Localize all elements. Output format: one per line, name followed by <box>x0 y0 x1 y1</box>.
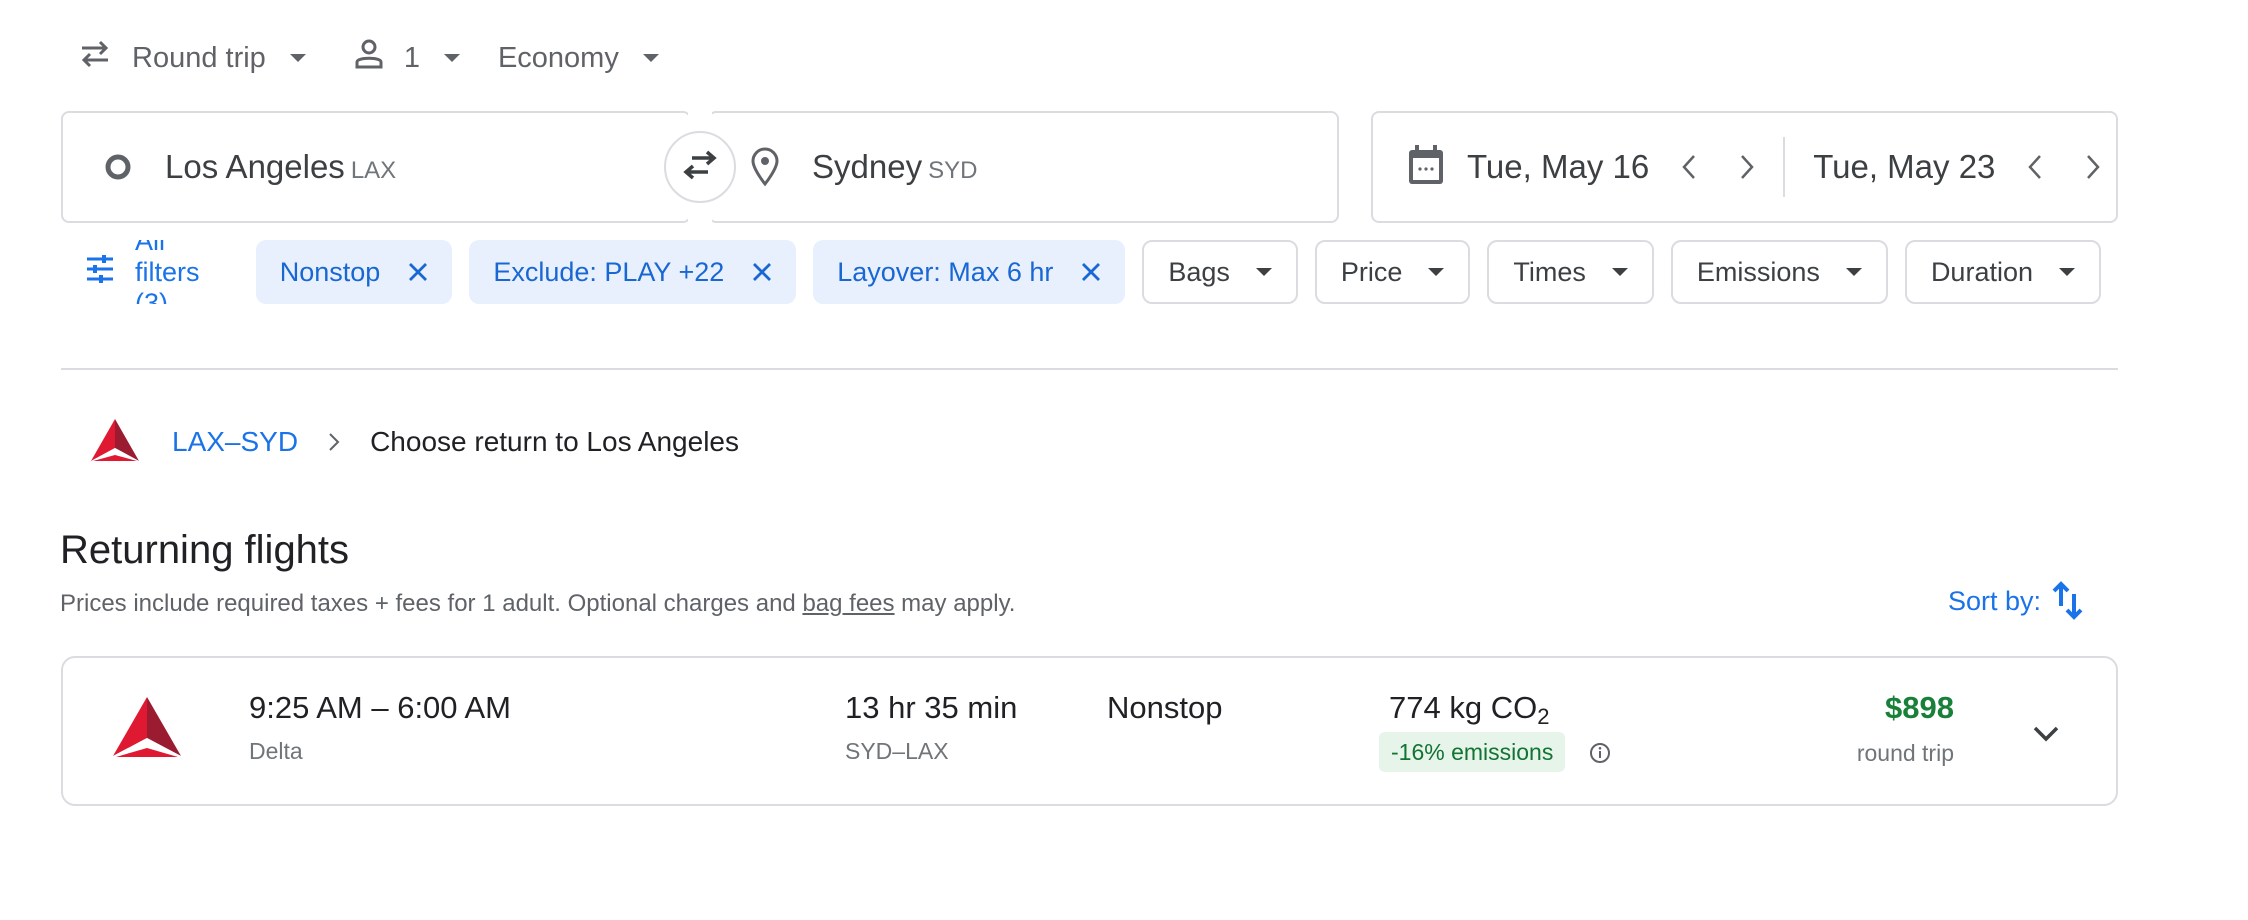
passengers-count: 1 <box>403 41 420 74</box>
caret-down-icon <box>1611 268 1628 276</box>
filters-bar: All filters (3) Nonstop Exclude: PLAY +2… <box>61 240 2118 304</box>
origin-value: Los Angeles LAX <box>165 148 396 186</box>
destination-city: Sydney <box>812 148 923 185</box>
flight-stops: Nonstop <box>1107 690 1223 725</box>
flight-route: SYD–LAX <box>845 738 949 764</box>
breadcrumb: LAX–SYD Choose return to Los Angeles <box>90 418 739 467</box>
expand-chevron-icon[interactable] <box>2026 714 2066 754</box>
trip-type-select[interactable]: Round trip <box>78 39 306 77</box>
filter-dropdown-times[interactable]: Times <box>1487 240 1654 304</box>
price-note: round trip <box>1856 740 1954 766</box>
filter-chip-layover[interactable]: Layover: Max 6 hr <box>813 240 1126 304</box>
departure-date-field[interactable]: Tue, May 16 <box>1373 113 1649 221</box>
location-pin-icon <box>748 147 782 187</box>
return-date: Tue, May 23 <box>1813 148 1996 185</box>
close-icon[interactable] <box>408 262 428 282</box>
departure-date: Tue, May 16 <box>1467 148 1650 185</box>
origin-city: Los Angeles <box>165 148 345 185</box>
chip-label: Bags <box>1168 256 1230 287</box>
destination-value: Sydney SYD <box>812 148 977 186</box>
section-title: Returning flights <box>60 528 350 572</box>
all-filters-label: All filters (3) <box>135 240 200 304</box>
chip-label: Exclude: PLAY +22 <box>493 256 725 287</box>
caret-down-icon <box>1255 268 1272 276</box>
disclaimer-text: Prices include required taxes + fees for… <box>60 590 803 617</box>
calendar-icon <box>1407 144 1445 191</box>
origin-input[interactable]: Los Angeles LAX <box>61 111 691 223</box>
caret-down-icon <box>443 54 460 62</box>
return-prev-day-button[interactable] <box>2015 147 2055 187</box>
co2-value: 774 kg CO <box>1389 690 1538 725</box>
tune-icon <box>85 254 115 290</box>
caret-down-icon <box>642 54 659 62</box>
info-icon[interactable] <box>1589 742 1611 769</box>
filter-dropdown-price[interactable]: Price <box>1314 240 1471 304</box>
chip-label: Times <box>1513 256 1586 287</box>
caret-down-icon <box>1845 268 1862 276</box>
caret-down-icon <box>1428 268 1445 276</box>
flight-times: 9:25 AM – 6:00 AM <box>249 690 511 725</box>
price-disclaimer: Prices include required taxes + fees for… <box>60 590 1015 618</box>
airline-name: Delta <box>249 738 303 764</box>
passengers-select[interactable]: 1 <box>354 38 460 78</box>
swap-icon <box>680 148 720 187</box>
flight-price: $898 <box>1885 690 1954 725</box>
return-next-day-button[interactable] <box>2073 147 2113 187</box>
sort-label: Sort by: <box>1948 585 2042 616</box>
departure-prev-day-button[interactable] <box>1669 147 1709 187</box>
cabin-class-select[interactable]: Economy <box>498 42 659 75</box>
chevron-right-icon <box>1741 155 1754 179</box>
departure-next-day-button[interactable] <box>1727 147 1767 187</box>
sort-button[interactable]: Sort by: <box>1948 580 2085 622</box>
trip-type-label: Round trip <box>132 41 266 74</box>
delta-logo-icon <box>111 696 183 763</box>
return-date-field[interactable]: Tue, May 23 <box>1785 113 1995 221</box>
filter-chip-exclude-airlines[interactable]: Exclude: PLAY +22 <box>469 240 797 304</box>
delta-logo-icon <box>90 418 140 467</box>
filter-chip-nonstop[interactable]: Nonstop <box>255 240 453 304</box>
trip-options-bar: Round trip 1 Economy <box>70 34 659 82</box>
date-range-picker: Tue, May 16 Tue, May 23 <box>1371 111 2118 223</box>
close-icon[interactable] <box>752 262 772 282</box>
chip-label: Duration <box>1930 256 2033 287</box>
chevron-right-icon <box>328 432 340 452</box>
destination-code: SYD <box>928 157 978 184</box>
filter-dropdown-emissions[interactable]: Emissions <box>1670 240 1888 304</box>
emissions-badge: -16% emissions <box>1379 732 1566 772</box>
co2-subscript: 2 <box>1537 704 1550 729</box>
destination-input[interactable]: Sydney SYD <box>708 111 1339 223</box>
chip-label: Emissions <box>1696 256 1820 287</box>
chevron-right-icon <box>2087 155 2101 179</box>
sort-arrows-icon <box>2051 580 2085 622</box>
flight-duration: 13 hr 35 min <box>845 690 1018 725</box>
disclaimer-text-end: may apply. <box>894 590 1016 617</box>
all-filters-button[interactable]: All filters (3) <box>61 240 230 304</box>
swap-arrows-icon <box>78 39 112 77</box>
origin-circle-icon <box>101 150 135 184</box>
divider <box>61 368 2118 370</box>
chevron-left-icon <box>1682 155 1696 179</box>
filter-dropdown-duration[interactable]: Duration <box>1904 240 2101 304</box>
filter-dropdown-bags[interactable]: Bags <box>1142 240 1298 304</box>
breadcrumb-outbound-leg[interactable]: LAX–SYD <box>172 426 298 458</box>
caret-down-icon <box>289 54 306 62</box>
close-icon[interactable] <box>1081 262 1101 282</box>
chevron-left-icon <box>2028 155 2042 179</box>
swap-origin-destination-button[interactable] <box>664 131 736 203</box>
chip-label: Nonstop <box>279 256 381 287</box>
cabin-class-label: Economy <box>497 41 619 74</box>
chip-label: Price <box>1340 256 1403 287</box>
chip-label: Layover: Max 6 hr <box>837 256 1054 287</box>
co2-emissions: 774 kg CO2 <box>1389 690 1549 730</box>
bag-fees-link[interactable]: bag fees <box>802 590 894 617</box>
flight-result-row[interactable]: 9:25 AM – 6:00 AM Delta 13 hr 35 min SYD… <box>61 656 2118 806</box>
caret-down-icon <box>2059 268 2075 276</box>
person-icon <box>354 38 384 78</box>
breadcrumb-current-step: Choose return to Los Angeles <box>370 426 739 457</box>
origin-code: LAX <box>350 157 397 184</box>
